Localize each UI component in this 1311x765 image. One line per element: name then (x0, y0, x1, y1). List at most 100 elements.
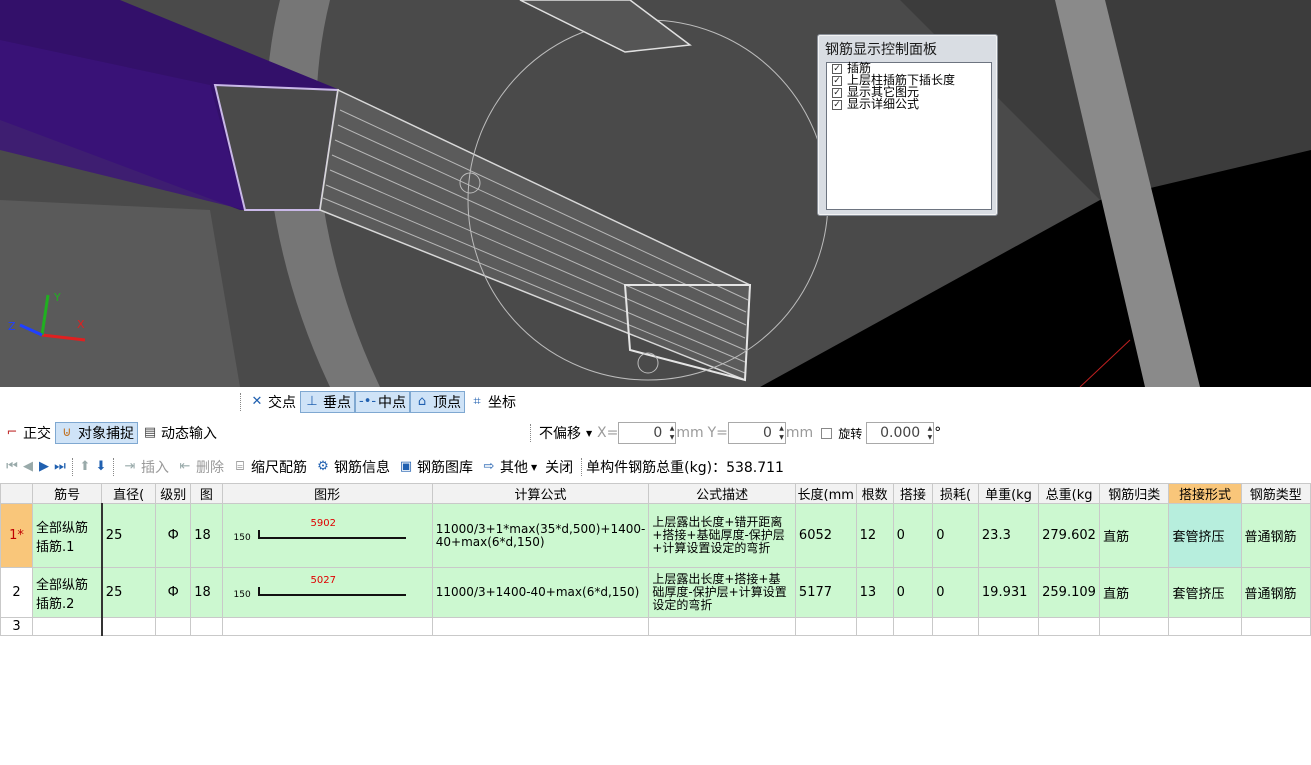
row-number[interactable]: 3 (0, 617, 33, 636)
loss-cell[interactable]: 0 (932, 567, 979, 618)
rotate-checkbox[interactable] (821, 427, 833, 439)
empty-cell[interactable] (1168, 617, 1242, 636)
snap-coordinate-button[interactable]: ⌗ 坐标 (465, 391, 520, 413)
table-row[interactable]: 2 全部纵筋插筋.2 25 Ф 18 150 5027 11000/3+1400… (0, 567, 1311, 618)
object-snap-button[interactable]: ⊍ 对象捕捉 (55, 422, 138, 444)
empty-cell[interactable] (190, 617, 223, 636)
column-header[interactable]: 根数 (855, 483, 894, 504)
unit-weight-cell[interactable]: 19.931 (977, 567, 1040, 618)
snap-intersection-button[interactable]: ✕ 交点 (245, 391, 300, 413)
column-header[interactable]: 级别 (155, 483, 192, 504)
grade-cell[interactable]: Ф (155, 503, 192, 568)
diameter-cell[interactable]: 25 (101, 503, 157, 568)
empty-cell[interactable] (155, 617, 192, 636)
ortho-button[interactable]: ⌐ 正交 (0, 422, 55, 444)
rebar-type-cell[interactable]: 普通钢筋 (1240, 567, 1311, 618)
snap-perpendicular-button[interactable]: ⊥ 垂点 (300, 391, 355, 413)
option-show-detailed-formula[interactable]: ✓ 显示详细公式 (827, 98, 991, 111)
empty-cell[interactable] (855, 617, 894, 636)
figure-cell[interactable]: 18 (190, 503, 223, 568)
lap-cell[interactable]: 0 (892, 567, 934, 618)
column-header[interactable]: 损耗( (932, 483, 979, 504)
checkbox-checked-icon[interactable]: ✓ (832, 64, 842, 74)
lap-cell[interactable]: 0 (892, 503, 934, 568)
empty-cell[interactable] (977, 617, 1040, 636)
first-record-icon[interactable]: ⏮ (4, 459, 20, 475)
empty-cell[interactable] (1240, 617, 1311, 636)
column-header[interactable]: 图 (190, 483, 223, 504)
bar-name-cell[interactable] (31, 617, 103, 636)
column-header[interactable]: 直径( (101, 483, 157, 504)
move-down-icon[interactable]: ⬇ (93, 459, 109, 475)
description-cell[interactable]: 上层露出长度+错开距离+搭接+基础厚度-保护层+计算设置设定的弯折 (648, 503, 796, 568)
column-header[interactable]: 搭接形式 (1168, 483, 1242, 504)
column-header[interactable]: 长度(mm (794, 483, 857, 504)
checkbox-checked-icon[interactable]: ✓ (832, 88, 842, 98)
move-up-icon[interactable]: ⬆ (77, 459, 93, 475)
empty-cell[interactable] (1038, 617, 1101, 636)
checkbox-checked-icon[interactable]: ✓ (832, 100, 842, 110)
empty-cell[interactable] (431, 617, 650, 636)
table-row[interactable]: 3 (0, 617, 1311, 636)
shape-cell[interactable]: 150 5902 (221, 503, 433, 568)
figure-cell[interactable]: 18 (190, 567, 223, 618)
total-weight-cell[interactable]: 279.602 (1038, 503, 1101, 568)
category-cell[interactable]: 直筋 (1099, 503, 1170, 568)
bar-name-cell[interactable]: 全部纵筋插筋.2 (31, 567, 103, 618)
column-header[interactable]: 筋号 (31, 483, 103, 504)
bar-name-cell[interactable]: 全部纵筋插筋.1 (31, 503, 103, 568)
snap-vertex-button[interactable]: ⌂ 顶点 (410, 391, 465, 413)
column-header[interactable]: 搭接 (892, 483, 934, 504)
scale-rebar-button[interactable]: ⌸ 缩尺配筋 (228, 456, 311, 478)
checkbox-checked-icon[interactable]: ✓ (832, 76, 842, 86)
diameter-cell[interactable]: 25 (101, 567, 157, 618)
snap-midpoint-button[interactable]: -•- 中点 (355, 391, 410, 413)
empty-cell[interactable] (892, 617, 934, 636)
delete-button[interactable]: ⇤ 删除 (173, 456, 228, 478)
lap-type-cell[interactable]: 套管挤压 (1168, 503, 1242, 568)
column-header[interactable]: 图形 (221, 483, 433, 504)
next-record-icon[interactable]: ▶ (36, 459, 52, 475)
row-number[interactable]: 1* (0, 503, 33, 568)
lap-type-cell[interactable]: 套管挤压 (1168, 567, 1242, 618)
x-offset-input[interactable]: 0 (618, 422, 677, 444)
loss-cell[interactable]: 0 (932, 503, 979, 568)
table-row[interactable]: 1* 全部纵筋插筋.1 25 Ф 18 150 5902 11000/3+1*m… (0, 503, 1311, 568)
total-weight-cell[interactable]: 259.109 (1038, 567, 1101, 618)
insert-button[interactable]: ⇥ 插入 (118, 456, 173, 478)
last-record-icon[interactable]: ⏭ (52, 459, 68, 475)
y-offset-input[interactable]: 0 (727, 422, 786, 444)
rebar-type-cell[interactable]: 普通钢筋 (1240, 503, 1311, 568)
empty-cell[interactable] (932, 617, 979, 636)
column-header[interactable]: 总重(kg (1038, 483, 1101, 504)
dynamic-input-button[interactable]: ▤ 动态输入 (138, 422, 221, 444)
shape-cell[interactable]: 150 5027 (221, 567, 433, 618)
count-cell[interactable]: 13 (855, 567, 894, 618)
column-header[interactable]: 单重(kg (977, 483, 1040, 504)
rebar-library-button[interactable]: ▣ 钢筋图库 (394, 456, 477, 478)
column-header[interactable]: 公式描述 (648, 483, 796, 504)
close-button[interactable]: 关闭 (541, 456, 577, 478)
empty-cell[interactable] (101, 617, 157, 636)
column-header[interactable]: 计算公式 (431, 483, 650, 504)
previous-record-icon[interactable]: ◀ (20, 459, 36, 475)
rebar-info-button[interactable]: ⚙ 钢筋信息 (311, 456, 394, 478)
rotate-input[interactable]: 0.000 (866, 422, 935, 444)
column-header[interactable]: 钢筋类型 (1240, 483, 1311, 504)
length-cell[interactable]: 5177 (794, 567, 857, 618)
unit-weight-cell[interactable]: 23.3 (977, 503, 1040, 568)
category-cell[interactable]: 直筋 (1099, 567, 1170, 618)
column-header[interactable]: 钢筋归类 (1099, 483, 1170, 504)
formula-cell[interactable]: 11000/3+1*max(35*d,500)+1400-40+max(6*d,… (431, 503, 650, 568)
row-number[interactable]: 2 (0, 567, 33, 618)
empty-cell[interactable] (794, 617, 857, 636)
empty-cell[interactable] (221, 617, 433, 636)
length-cell[interactable]: 6052 (794, 503, 857, 568)
grade-cell[interactable]: Ф (155, 567, 192, 618)
empty-cell[interactable] (1099, 617, 1170, 636)
offset-mode-select[interactable]: 不偏移 ▼ (535, 422, 597, 444)
3d-viewport[interactable]: X Y Z 钢筋显示控制面板 ✓ 插筋 ✓ 上层柱插筋下插长度 ✓ 显示其它图元 ✓ 显… (0, 0, 1311, 387)
count-cell[interactable]: 12 (855, 503, 894, 568)
formula-cell[interactable]: 11000/3+1400-40+max(6*d,150) (431, 567, 650, 618)
empty-cell[interactable] (648, 617, 796, 636)
